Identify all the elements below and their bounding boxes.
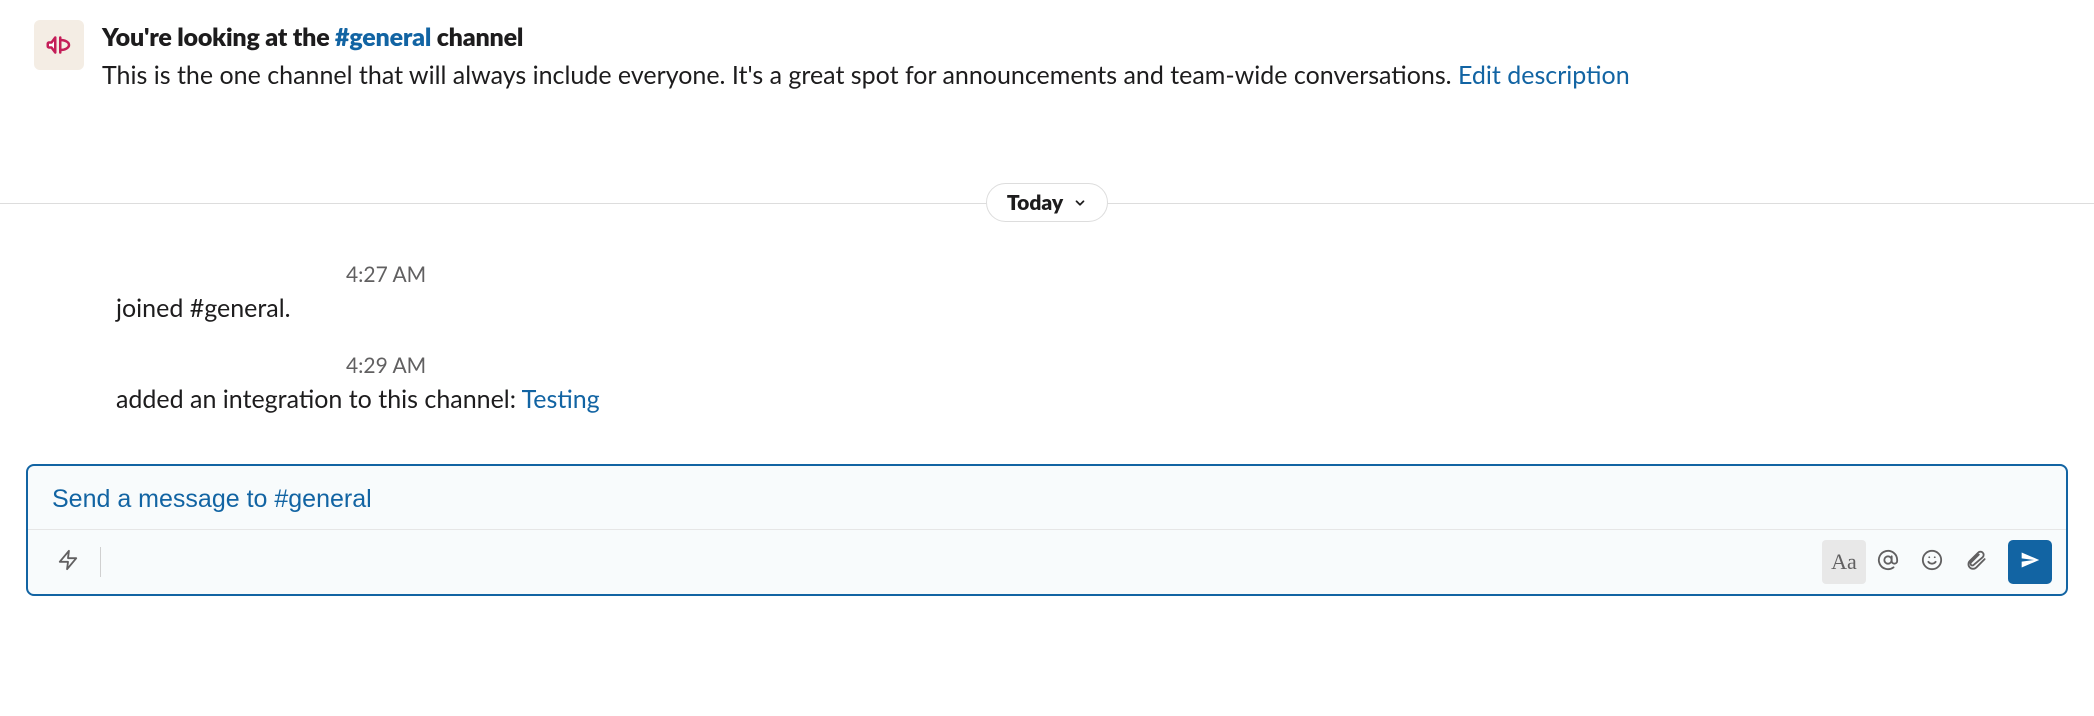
send-icon	[2020, 550, 2040, 574]
channel-intro-text: You're looking at the #general channel T…	[102, 20, 1630, 93]
edit-description-link[interactable]: Edit description	[1458, 60, 1630, 90]
intro-description-text: This is the one channel that will always…	[102, 60, 1458, 90]
channel-intro: You're looking at the #general channel T…	[0, 0, 2094, 93]
separator	[100, 547, 101, 577]
system-message: 4:27 AM joined #general.	[116, 262, 2094, 323]
shortcuts-button[interactable]	[46, 540, 90, 584]
date-jump-button[interactable]: Today	[986, 183, 1108, 222]
message-body-text: added an integration to this channel:	[116, 384, 522, 414]
intro-title-prefix: You're looking at the	[102, 22, 335, 52]
chevron-down-icon	[1073, 196, 1087, 210]
formatting-button[interactable]: Aa	[1822, 540, 1866, 584]
composer-input-row	[28, 466, 2066, 530]
message-composer: Aa	[26, 464, 2068, 596]
lightning-icon	[57, 549, 79, 576]
channel-intro-title: You're looking at the #general channel	[102, 22, 1630, 52]
date-label: Today	[1007, 190, 1063, 215]
paperclip-icon	[1965, 549, 1987, 576]
emoji-button[interactable]	[1910, 540, 1954, 584]
message-input[interactable]	[50, 484, 2044, 515]
message-timestamp[interactable]: 4:27 AM	[116, 262, 2094, 287]
system-message: 4:29 AM added an integration to this cha…	[116, 353, 2094, 414]
message-body: joined #general.	[116, 293, 2094, 323]
composer-right-actions: Aa	[1822, 540, 2052, 584]
at-icon	[1877, 549, 1899, 576]
message-body: added an integration to this channel: Te…	[116, 384, 2094, 414]
intro-title-suffix: channel	[431, 22, 523, 52]
mention-button[interactable]	[1866, 540, 1910, 584]
message-timestamp[interactable]: 4:29 AM	[116, 353, 2094, 378]
send-button[interactable]	[2008, 540, 2052, 584]
attach-button[interactable]	[1954, 540, 1998, 584]
emoji-icon	[1921, 549, 1943, 576]
intro-channel-link[interactable]: #general	[335, 22, 431, 52]
date-divider: Today	[0, 183, 2094, 222]
channel-view: You're looking at the #general channel T…	[0, 0, 2094, 716]
channel-intro-description: This is the one channel that will always…	[102, 58, 1630, 93]
composer-left-actions	[46, 540, 111, 584]
composer-toolbar: Aa	[28, 530, 2066, 594]
formatting-icon: Aa	[1831, 549, 1857, 575]
integration-link[interactable]: Testing	[522, 384, 600, 414]
megaphone-icon	[34, 20, 84, 70]
message-list: 4:27 AM joined #general. 4:29 AM added a…	[0, 222, 2094, 464]
